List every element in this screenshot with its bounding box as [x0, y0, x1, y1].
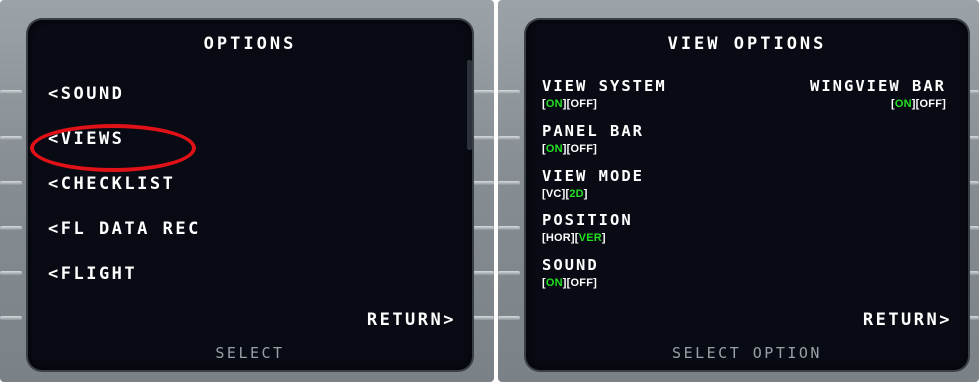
lsk-left-1[interactable]	[0, 90, 22, 94]
menu-item-checklist[interactable]: <CHECKLIST	[48, 174, 175, 194]
view-options-screen: VIEW OPTIONS VIEW SYSTEM [ON][OFF] WINGV…	[526, 20, 968, 370]
lsk-left-6[interactable]	[0, 316, 22, 320]
option-view-system-label: VIEW SYSTEM	[542, 77, 667, 95]
toggle-value-off[interactable]: [OFF]	[567, 143, 597, 155]
menu-item-sound[interactable]: <SOUND	[48, 84, 124, 104]
lsk-right-5[interactable]	[472, 271, 494, 275]
toggle-value-on[interactable]: [ON]	[542, 277, 567, 289]
lsk-right-4[interactable]	[472, 226, 494, 230]
toggle-value-off[interactable]: [OFF]	[567, 277, 597, 289]
toggle-value-2d[interactable]: [2D]	[565, 188, 587, 200]
option-position-toggle[interactable]: [HOR][VER]	[542, 232, 606, 244]
option-panel-bar-toggle[interactable]: [ON][OFF]	[542, 143, 597, 155]
lsk-left-1[interactable]	[498, 90, 520, 94]
view-options-mcdu-bezel: VIEW OPTIONS VIEW SYSTEM [ON][OFF] WINGV…	[498, 0, 979, 382]
return-button[interactable]: RETURN>	[367, 310, 456, 330]
toggle-value-on[interactable]: [ON]	[542, 143, 567, 155]
option-sound-toggle[interactable]: [ON][OFF]	[542, 277, 597, 289]
scratchpad-select: SELECT	[215, 344, 285, 362]
lsk-left-5[interactable]	[0, 271, 22, 275]
lsk-left-4[interactable]	[498, 226, 520, 230]
option-view-mode-label: VIEW MODE	[542, 167, 644, 185]
toggle-value-ver[interactable]: [VER]	[575, 232, 606, 244]
lsk-left-3[interactable]	[498, 181, 520, 185]
lsk-left-3[interactable]	[0, 181, 22, 185]
lsk-left-2[interactable]	[0, 136, 22, 140]
lsk-left-5[interactable]	[498, 271, 520, 275]
scratchpad-select-option: SELECT OPTION	[672, 344, 822, 362]
page-title: OPTIONS	[203, 34, 297, 54]
option-panel-bar-label: PANEL BAR	[542, 122, 644, 140]
lsk-left-6[interactable]	[498, 316, 520, 320]
menu-item-flight[interactable]: <FLIGHT	[48, 264, 137, 284]
option-view-mode-toggle[interactable]: [VC][2D]	[542, 188, 588, 200]
views-highlight-circle	[30, 124, 196, 172]
page-title: VIEW OPTIONS	[667, 34, 827, 54]
option-sound-label: SOUND	[542, 256, 599, 274]
lsk-right-3[interactable]	[472, 181, 494, 185]
option-wingview-bar-toggle[interactable]: [ON][OFF]	[891, 98, 946, 110]
menu-item-fl-data-rec[interactable]: <FL DATA REC	[48, 219, 201, 239]
lsk-right-2[interactable]	[472, 136, 494, 140]
scrollbar[interactable]	[467, 60, 472, 150]
option-position-label: POSITION	[542, 211, 633, 229]
lsk-right-6[interactable]	[472, 316, 494, 320]
lsk-left-2[interactable]	[498, 136, 520, 140]
option-wingview-bar-label: WINGVIEW BAR	[810, 77, 946, 95]
return-button[interactable]: RETURN>	[863, 310, 952, 330]
toggle-value-vc[interactable]: [VC]	[542, 188, 565, 200]
lsk-right-1[interactable]	[472, 90, 494, 94]
option-view-system-toggle[interactable]: [ON][OFF]	[542, 98, 597, 110]
options-mcdu-bezel: OPTIONS <SOUND <VIEWS <CHECKLIST <FL DAT…	[0, 0, 494, 382]
options-screen: OPTIONS <SOUND <VIEWS <CHECKLIST <FL DAT…	[28, 20, 472, 370]
lsk-left-4[interactable]	[0, 226, 22, 230]
toggle-value-off[interactable]: [OFF]	[567, 98, 597, 110]
toggle-value-off[interactable]: [OFF]	[916, 98, 946, 110]
toggle-value-hor[interactable]: [HOR]	[542, 232, 575, 244]
toggle-value-on[interactable]: [ON]	[891, 98, 916, 110]
toggle-value-on[interactable]: [ON]	[542, 98, 567, 110]
